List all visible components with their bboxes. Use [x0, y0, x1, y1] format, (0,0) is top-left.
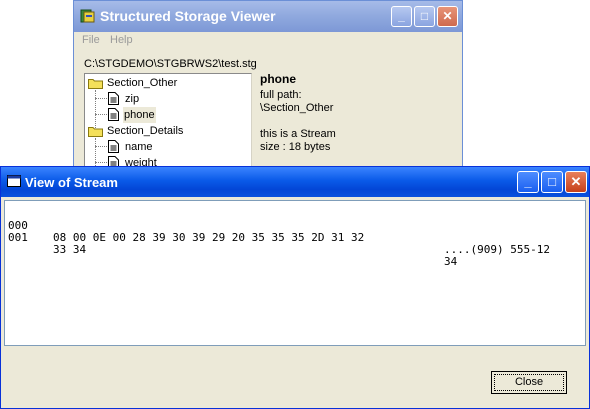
stream-size-text: size : 18 bytes: [260, 141, 331, 153]
close-window-button[interactable]: ✕: [437, 6, 458, 27]
document-icon: [108, 92, 119, 105]
dialog-title: View of Stream: [25, 175, 118, 190]
tree-item-section-details[interactable]: Section_Details: [85, 123, 251, 139]
hex-view[interactable]: 000 08 00 0E 00 28 39 30 39 29 20 35 35 …: [4, 200, 586, 346]
stream-type-text: this is a Stream: [260, 128, 336, 140]
tree-item-label-selected: phone: [123, 107, 156, 123]
maximize-button[interactable]: □: [541, 171, 563, 193]
window-icon: [7, 175, 21, 187]
menu-bar: File Help: [74, 32, 462, 50]
tree-item-label: Section_Other: [107, 77, 178, 89]
hex-ascii: 34: [444, 255, 458, 268]
hex-offset: 001: [8, 231, 28, 244]
stream-info-panel: phone full path: \Section_Other this is …: [260, 73, 450, 154]
full-path-value: \Section_Other: [260, 102, 334, 114]
tree-item-section-other[interactable]: Section_Other: [85, 75, 251, 91]
tree-item-name[interactable]: name: [85, 139, 251, 155]
folder-icon: [88, 79, 103, 89]
storage-viewer-titlebar[interactable]: Structured Storage Viewer _ □ ✕: [74, 1, 462, 32]
close-icon: ✕: [442, 9, 453, 23]
close-window-button[interactable]: ✕: [565, 171, 587, 193]
menu-file[interactable]: File: [82, 34, 100, 46]
minimize-button[interactable]: _: [391, 6, 412, 27]
maximize-button[interactable]: □: [414, 6, 435, 27]
tree-item-zip[interactable]: zip: [85, 91, 251, 107]
hex-ascii: ....(909) 555-12: [444, 243, 550, 256]
storage-app-icon: [80, 9, 95, 23]
hex-bytes: 08 00 0E 00 28 39 30 39 29 20 35 35 35 2…: [53, 231, 365, 244]
close-button[interactable]: Close: [491, 371, 567, 394]
folder-icon: [88, 127, 103, 137]
close-icon: ✕: [570, 174, 582, 189]
minimize-icon: _: [398, 9, 405, 23]
close-button-label: Close: [494, 374, 564, 391]
document-icon: [108, 108, 119, 121]
stream-name: phone: [260, 72, 296, 86]
storage-tree[interactable]: Section_Other zip phone Section_Details: [84, 73, 252, 173]
tree-item-phone[interactable]: phone: [85, 107, 251, 123]
maximize-icon: □: [420, 9, 429, 23]
dialog-titlebar[interactable]: View of Stream _ □ ✕: [1, 167, 589, 197]
tree-item-label: zip: [125, 93, 140, 105]
hex-row: 001 33 34 34: [8, 220, 457, 280]
full-path-label: full path:: [260, 89, 302, 101]
menu-help[interactable]: Help: [110, 34, 133, 46]
tree-item-label: Section_Details: [107, 125, 184, 137]
hex-bytes: 33 34: [53, 243, 87, 256]
maximize-icon: □: [548, 174, 556, 189]
storage-viewer-title: Structured Storage Viewer: [100, 8, 276, 24]
storage-viewer-window: Structured Storage Viewer _ □ ✕ File Hel…: [73, 0, 463, 173]
document-icon: [108, 140, 119, 153]
minimize-icon: _: [524, 174, 532, 189]
tree-item-label: name: [125, 141, 153, 153]
view-of-stream-dialog: View of Stream _ □ ✕ 000 08 00 0E 00 28 …: [0, 166, 590, 409]
file-path: C:\STGDEMO\STGBRWS2\test.stg: [84, 58, 257, 70]
minimize-button[interactable]: _: [517, 171, 539, 193]
